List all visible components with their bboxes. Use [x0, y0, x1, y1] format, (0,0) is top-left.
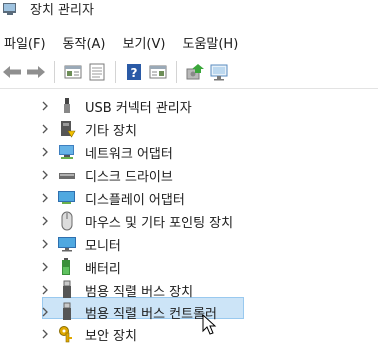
- tree-item-label: 디스크 드라이브: [85, 169, 173, 185]
- chevron-right-icon[interactable]: [40, 123, 50, 135]
- chevron-right-icon[interactable]: [40, 306, 50, 318]
- window-title: 장치 관리자: [30, 2, 94, 18]
- tree-item-batteries[interactable]: 배터리: [40, 256, 121, 278]
- network-adapter-icon: [59, 145, 74, 159]
- toolbar-separator: [54, 61, 55, 83]
- scan-hardware-button[interactable]: [207, 60, 231, 84]
- chevron-right-icon[interactable]: [40, 261, 50, 273]
- mouse-icon: [61, 211, 73, 231]
- tree-item-label: 범용 직렬 버스 컨트롤러: [85, 306, 217, 322]
- usb-connector-icon: [64, 98, 70, 113]
- view-button[interactable]: [85, 60, 109, 84]
- tree-item-label: 보안 장치: [85, 328, 137, 344]
- properties-pane-icon: [64, 65, 82, 79]
- menu-bar: 파일(F) 동작(A) 보기(V) 도움말(H): [0, 30, 378, 54]
- chevron-right-icon[interactable]: [40, 146, 50, 158]
- mouse-cursor-icon: [202, 314, 217, 335]
- display-adapter-icon: [58, 191, 75, 204]
- tree-item-other-devices[interactable]: 기타 장치: [40, 118, 137, 140]
- tree-item-label: 네트워크 어댑터: [85, 146, 173, 162]
- menu-view[interactable]: 보기(V): [123, 33, 166, 52]
- action-pane-button[interactable]: [146, 60, 170, 84]
- toolbar-divider: [0, 88, 378, 89]
- device-manager-app-icon: [3, 3, 16, 15]
- battery-icon: [62, 258, 70, 275]
- menu-help[interactable]: 도움말(H): [182, 33, 238, 52]
- tree-item-security-devices[interactable]: 보안 장치: [40, 323, 137, 345]
- view-icon: [89, 63, 105, 81]
- toolbar-separator: [115, 61, 116, 83]
- chevron-right-icon[interactable]: [40, 192, 50, 204]
- properties-pane-button[interactable]: [61, 60, 85, 84]
- tree-item-usb-connector-manager[interactable]: USB 커넥터 관리자: [40, 95, 192, 117]
- tree-item-disk-drives[interactable]: 디스크 드라이브: [40, 164, 173, 186]
- tree-item-label: 모니터: [85, 238, 121, 254]
- forward-button[interactable]: [24, 60, 48, 84]
- help-button[interactable]: ?: [122, 60, 146, 84]
- other-devices-icon: [61, 121, 76, 138]
- back-icon: [3, 66, 21, 78]
- usb-controller-icon: [63, 302, 71, 320]
- security-device-icon: [59, 326, 72, 343]
- toolbar: ?: [0, 58, 378, 86]
- tree-item-label: 범용 직렬 버스 장치: [85, 284, 194, 300]
- tree-item-label: 배터리: [85, 261, 121, 277]
- chevron-right-icon[interactable]: [40, 328, 50, 340]
- monitor-icon: [58, 237, 76, 252]
- toolbar-separator: [176, 61, 177, 83]
- chevron-right-icon[interactable]: [40, 100, 50, 112]
- tree-item-label: USB 커넥터 관리자: [85, 100, 192, 116]
- disk-drive-icon: [59, 173, 75, 179]
- tree-item-display-adapters[interactable]: 디스플레이 어댑터: [40, 187, 185, 209]
- update-driver-icon: [186, 64, 204, 80]
- back-button[interactable]: [0, 60, 24, 84]
- tree-item-label: 디스플레이 어댑터: [85, 192, 185, 208]
- menu-action[interactable]: 동작(A): [63, 33, 106, 52]
- tree-item-label: 기타 장치: [85, 123, 137, 139]
- action-pane-icon: [149, 65, 167, 79]
- help-icon: ?: [127, 64, 141, 80]
- tree-item-label: 마우스 및 기타 포인팅 장치: [85, 215, 234, 231]
- usb-device-icon: [63, 280, 71, 298]
- chevron-right-icon[interactable]: [40, 215, 50, 227]
- tree-item-usb-controllers[interactable]: 범용 직렬 버스 컨트롤러: [40, 301, 217, 323]
- forward-icon: [27, 66, 45, 78]
- title-bar: 장치 관리자: [0, 0, 378, 22]
- tree-item-mice[interactable]: 마우스 및 기타 포인팅 장치: [40, 210, 233, 232]
- scan-hardware-icon: [210, 64, 228, 81]
- tree-item-monitors[interactable]: 모니터: [40, 233, 121, 255]
- chevron-right-icon[interactable]: [40, 169, 50, 181]
- update-driver-button[interactable]: [183, 60, 207, 84]
- tree-item-usb-devices[interactable]: 범용 직렬 버스 장치: [40, 279, 193, 301]
- tree-item-network-adapters[interactable]: 네트워크 어댑터: [40, 141, 173, 163]
- svg-text:?: ?: [131, 66, 138, 80]
- chevron-right-icon[interactable]: [40, 284, 50, 296]
- chevron-right-icon[interactable]: [40, 238, 50, 250]
- menu-file[interactable]: 파일(F): [4, 33, 46, 52]
